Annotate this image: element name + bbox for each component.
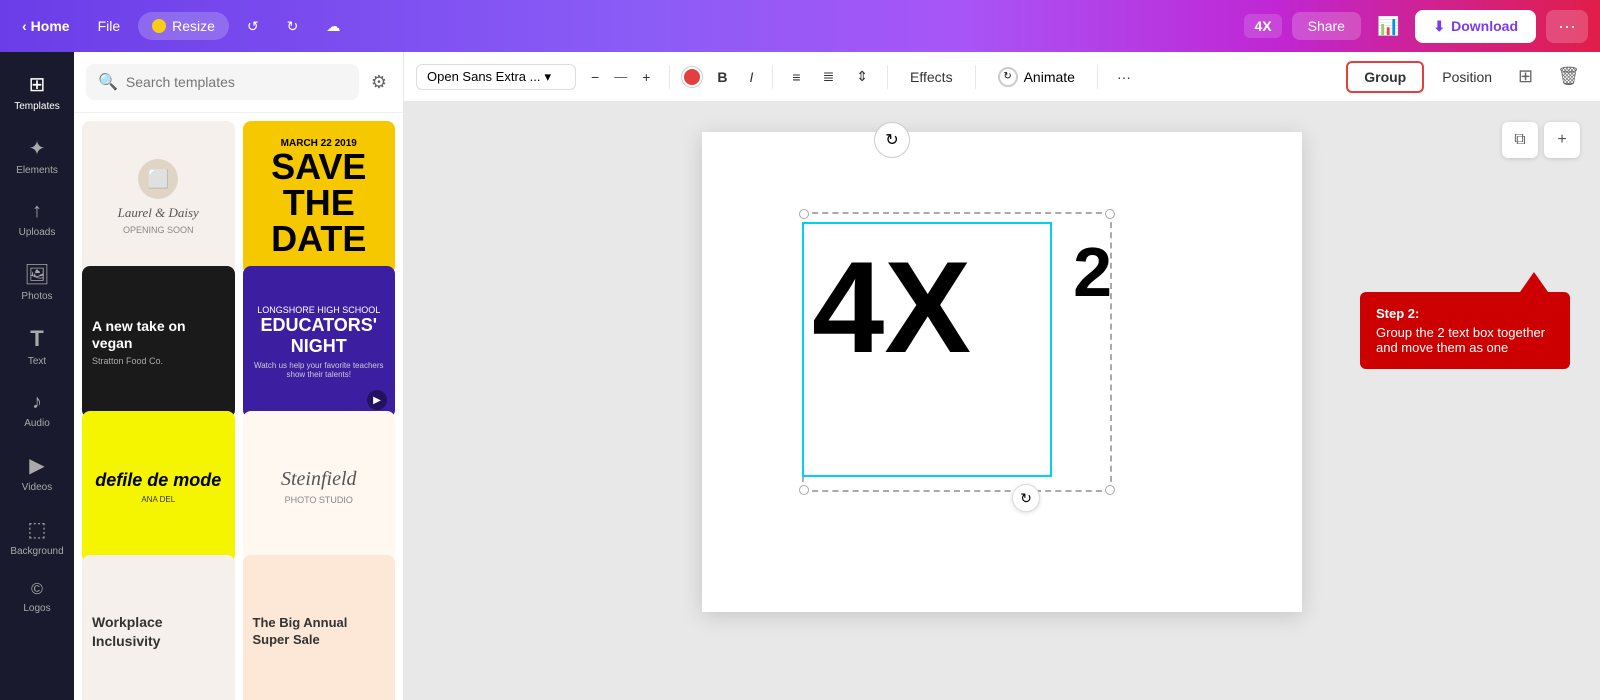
template-card-3[interactable]: A new take on vegan Stratton Food Co. (82, 266, 235, 419)
text-group-container[interactable]: 4X 2 (802, 212, 1122, 492)
text-4x[interactable]: 4X (812, 242, 971, 372)
videos-icon: ▶ (29, 453, 44, 478)
redo-button[interactable]: ↻ (277, 12, 309, 41)
zoom-button[interactable]: 4X (1244, 14, 1281, 38)
top-bar: ‹ Home File Resize ↺ ↻ ☁ 4X Share 📊 ⬇ Do… (0, 0, 1600, 52)
download-button[interactable]: ⬇ Download (1415, 10, 1536, 43)
divider-1 (669, 65, 670, 89)
more-options-button[interactable]: ··· (1546, 10, 1588, 43)
sidebar-item-elements[interactable]: ✦ Elements (0, 126, 74, 186)
refresh-button[interactable]: ↻ (874, 122, 910, 158)
sidebar-item-templates[interactable]: ⊞ Templates (0, 62, 74, 122)
sidebar-item-audio[interactable]: ♪ Audio (0, 381, 74, 439)
font-size-plus-button[interactable]: + (635, 65, 657, 89)
font-selector[interactable]: Open Sans Extra ... ▾ (416, 64, 576, 90)
template-card-8[interactable]: The Big Annual Super Sale (243, 555, 396, 700)
group-button[interactable]: Group (1346, 61, 1424, 93)
sidebar-item-logos[interactable]: © Logos (0, 571, 74, 624)
animate-button[interactable]: ↻ Animate (988, 63, 1085, 91)
resize-dot-icon (152, 19, 166, 33)
spacing-button[interactable]: ⇕ (849, 64, 875, 89)
toolbar: Open Sans Extra ... ▾ − — + B I ≡ ≣ ⇕ Ef… (404, 52, 1600, 102)
sidebar-item-videos[interactable]: ▶ Videos (0, 443, 74, 503)
handle-tl[interactable] (799, 209, 809, 219)
more-toolbar-button[interactable]: ··· (1110, 65, 1138, 89)
list-button[interactable]: ≣ (816, 64, 842, 89)
template-card-4[interactable]: LONGSHORE HIGH SCHOOL EDUCATORS' NIGHT W… (243, 266, 396, 419)
divider-5 (1097, 65, 1098, 89)
chevron-left-icon: ‹ (22, 18, 27, 34)
analytics-icon-button[interactable]: 📊 (1371, 10, 1405, 43)
handle-tr[interactable] (1105, 209, 1115, 219)
text-icon: T (30, 326, 43, 352)
templates-icon: ⊞ (29, 72, 46, 97)
file-button[interactable]: File (88, 12, 131, 40)
animate-icon: ↻ (998, 67, 1018, 87)
canvas-wrapper: 4X 2 ↻ Step 1: Highlight the text (702, 132, 1302, 612)
sidebar-item-background[interactable]: ⬚ Background (0, 507, 74, 567)
rotate-handle[interactable]: ↻ (1012, 484, 1040, 512)
canvas-frame[interactable]: 4X 2 ↻ (702, 132, 1302, 612)
font-color-picker[interactable] (682, 67, 702, 87)
position-button[interactable]: Position (1432, 65, 1502, 89)
divider-4 (975, 65, 976, 89)
share-button[interactable]: Share (1292, 12, 1361, 40)
filter-button[interactable]: ⚙ (367, 68, 391, 97)
background-icon: ⬚ (28, 517, 47, 542)
effects-button[interactable]: Effects (900, 65, 963, 89)
left-sidebar: ⊞ Templates ✦ Elements ↑ Uploads 🖼 Photo… (0, 52, 74, 700)
sidebar-item-photos[interactable]: 🖼 Photos (0, 252, 74, 312)
download-icon: ⬇ (1433, 18, 1445, 35)
trash-button[interactable]: 🗑 (1549, 62, 1588, 91)
divider-3 (887, 65, 888, 89)
font-size-display: — (614, 69, 627, 84)
search-icon: 🔍 (98, 72, 118, 92)
copy-frame-button[interactable]: ⧉ (1502, 122, 1538, 158)
font-size-minus-button[interactable]: − (584, 65, 606, 89)
resize-button[interactable]: Resize (138, 12, 229, 40)
template-card-6[interactable]: Steinfield PHOTO STUDIO (243, 411, 396, 564)
undo-button[interactable]: ↺ (237, 12, 269, 41)
sidebar-item-uploads[interactable]: ↑ Uploads (0, 190, 74, 248)
canvas-top-icons: ⧉ + (1502, 122, 1580, 158)
template-panel: 🔍 ⚙ ⬜ Laurel & Daisy OPENING SOON MARCH … (74, 52, 404, 700)
save-cloud-button[interactable]: ☁ (316, 12, 350, 41)
handle-bl[interactable] (799, 485, 809, 495)
audio-icon: ♪ (32, 391, 42, 414)
handle-br[interactable] (1105, 485, 1115, 495)
align-button[interactable]: ≡ (785, 65, 807, 89)
step2-annotation: Step 2: Group the 2 text box together an… (1360, 272, 1570, 369)
search-input[interactable] (126, 74, 347, 90)
step2-tooltip: Step 2: Group the 2 text box together an… (1360, 292, 1570, 369)
photos-icon: 🖼 (24, 262, 49, 287)
logos-icon: © (31, 581, 43, 599)
step2-arrow-icon (1520, 272, 1548, 292)
superscript-2[interactable]: 2 (1073, 232, 1112, 312)
add-frame-button[interactable]: + (1544, 122, 1580, 158)
uploads-icon: ↑ (32, 200, 42, 223)
home-button[interactable]: ‹ Home (12, 12, 80, 40)
template-card-1[interactable]: ⬜ Laurel & Daisy OPENING SOON (82, 121, 235, 274)
sidebar-item-text[interactable]: T Text (0, 316, 74, 377)
templates-grid: ⬜ Laurel & Daisy OPENING SOON MARCH 22 2… (74, 113, 403, 700)
template-card-5[interactable]: defile de mode ANA DEL (82, 411, 235, 564)
search-bar-row: 🔍 ⚙ (74, 52, 403, 113)
bold-button[interactable]: B (710, 65, 734, 89)
divider-2 (772, 65, 773, 89)
template-card-7[interactable]: Workplace Inclusivity (82, 555, 235, 700)
search-input-wrap: 🔍 (86, 64, 359, 100)
italic-button[interactable]: I (743, 65, 761, 89)
canvas-area: ⧉ + ↻ (404, 102, 1600, 700)
template-card-2[interactable]: MARCH 22 2019 SAVE THE DATE (243, 121, 396, 274)
dropdown-icon: ▾ (544, 69, 551, 85)
grid-icon-button[interactable]: ⊞ (1510, 62, 1541, 91)
elements-icon: ✦ (29, 136, 46, 161)
